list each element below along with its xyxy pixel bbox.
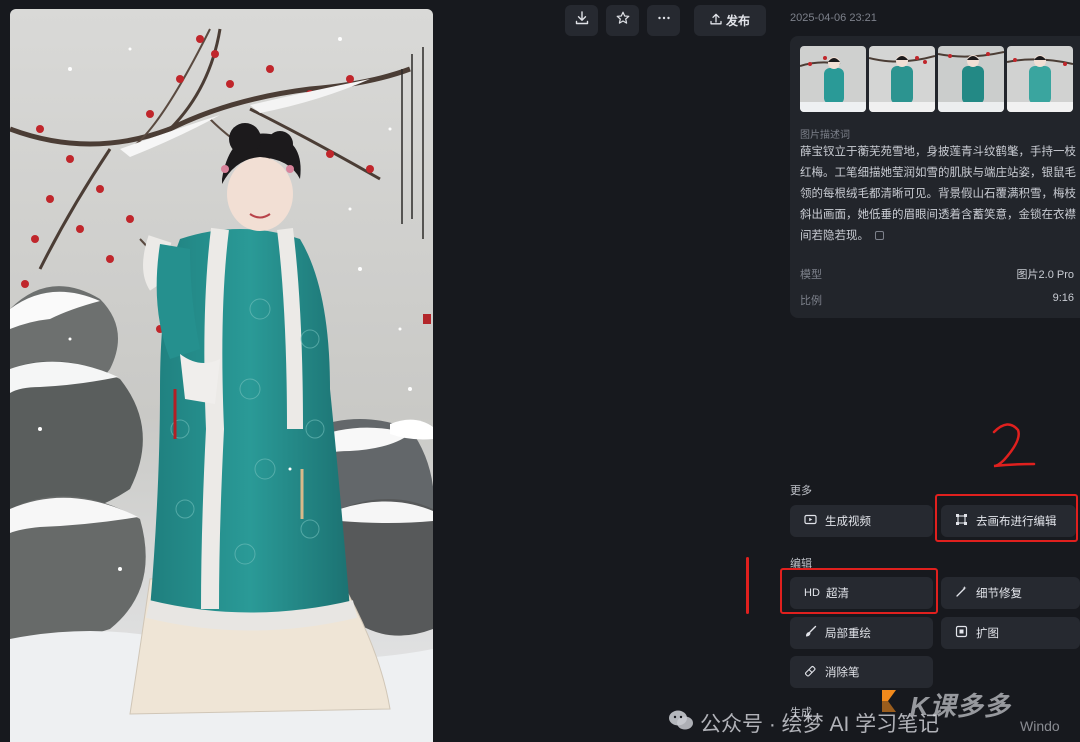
download-icon	[575, 11, 589, 30]
annotation-mark-1	[746, 557, 749, 614]
site-logo-icon	[882, 690, 896, 712]
meta-value: 图片2.0 Pro	[1016, 269, 1074, 281]
thumbnail[interactable]	[938, 46, 1004, 112]
inpaint-button[interactable]: 局部重绘	[790, 617, 933, 649]
expand-icon	[955, 625, 968, 641]
button-label: 局部重绘	[825, 628, 871, 640]
description-label: 图片描述词	[800, 130, 850, 141]
thumbnail[interactable]	[1007, 46, 1073, 112]
button-label: 生成视频	[825, 516, 871, 528]
copy-icon[interactable]	[875, 231, 884, 241]
expand-image-button[interactable]: 扩图	[941, 617, 1080, 649]
thumbnail-strip	[800, 46, 1073, 112]
image-toolbar: 发布	[565, 5, 766, 36]
button-label: 扩图	[976, 628, 999, 640]
download-button[interactable]	[565, 5, 598, 36]
eraser-icon	[804, 664, 817, 680]
star-icon	[616, 11, 630, 30]
button-label: 细节修复	[976, 588, 1022, 600]
publish-button[interactable]: 发布	[694, 5, 766, 36]
image-detail-view: 发布 2025-04-06 23:21 图片描述词 薛宝钗立于蘅芜苑雪地，身披莲…	[0, 0, 1080, 742]
more-horizontal-icon	[657, 11, 671, 30]
meta-key: 比例	[800, 295, 822, 307]
meta-row-model: 模型 图片2.0 Pro	[800, 266, 1074, 282]
annotation-box-2	[935, 494, 1078, 542]
prompt-description: 薛宝钗立于蘅芜苑雪地，身披莲青斗纹鹤氅，手持一枝红梅。工笔细描她莹润如雪的肌肤与…	[800, 142, 1080, 247]
favorite-button[interactable]	[606, 5, 639, 36]
prompt-text: 薛宝钗立于蘅芜苑雪地，身披莲青斗纹鹤氅，手持一枝红梅。工笔细描她莹润如雪的肌肤与…	[800, 146, 1076, 242]
video-icon	[804, 513, 817, 529]
thumbnail[interactable]	[800, 46, 866, 112]
wechat-icon	[668, 709, 694, 737]
image-info-card: 图片描述词 薛宝钗立于蘅芜苑雪地，身披莲青斗纹鹤氅，手持一枝红梅。工笔细描她莹润…	[790, 36, 1080, 318]
created-timestamp: 2025-04-06 23:21	[790, 12, 877, 24]
site-watermark-small: Windo	[1020, 718, 1060, 734]
meta-row-ratio: 比例 9:16	[800, 292, 1074, 308]
publish-label: 发布	[725, 14, 750, 28]
meta-key: 模型	[800, 269, 822, 281]
magic-wand-icon	[955, 585, 968, 601]
more-button[interactable]	[647, 5, 680, 36]
thumbnail[interactable]	[869, 46, 935, 112]
eraser-button[interactable]: 消除笔	[790, 656, 933, 688]
meta-value: 9:16	[1052, 292, 1074, 304]
generate-video-button[interactable]: 生成视频	[790, 505, 933, 537]
annotation-mark-2	[992, 423, 1036, 468]
button-label: 消除笔	[825, 667, 860, 679]
detail-repair-button[interactable]: 细节修复	[941, 577, 1080, 609]
annotation-box-1	[780, 568, 938, 614]
section-label-more: 更多	[790, 485, 812, 497]
site-watermark: K课多多	[910, 691, 1011, 721]
upload-icon	[710, 13, 722, 28]
generated-image[interactable]	[10, 9, 433, 742]
brush-icon	[804, 625, 817, 641]
